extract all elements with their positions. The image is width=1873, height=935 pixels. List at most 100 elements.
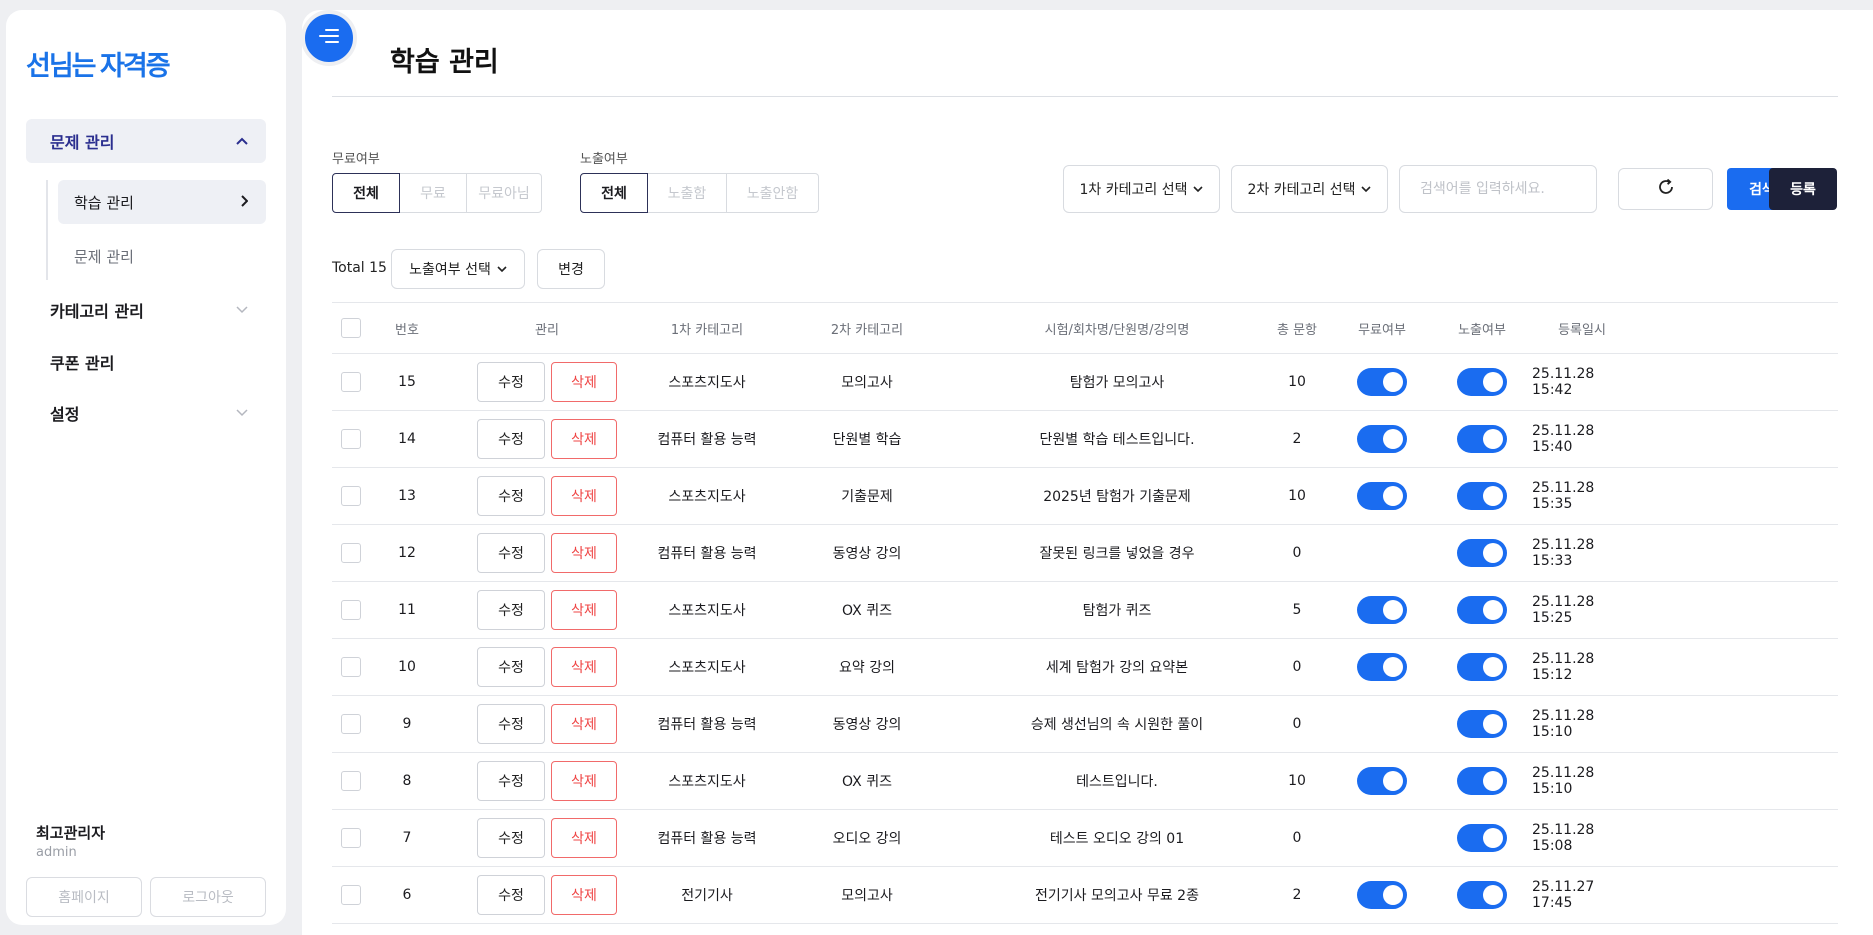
app-logo[interactable]: 선님는 자격증 [26, 44, 171, 83]
row-title: 2025년 탐험가 기출문제 [1043, 489, 1191, 505]
refresh-button[interactable] [1618, 168, 1713, 210]
row-checkbox[interactable] [341, 885, 361, 905]
exposure-toggle[interactable] [1457, 824, 1507, 852]
bulk-change-button[interactable]: 변경 [537, 249, 605, 289]
row-category2: 동영상 강의 [832, 717, 902, 733]
delete-button[interactable]: 삭제 [551, 818, 617, 858]
row-category2: 오디오 강의 [832, 831, 902, 847]
row-checkbox[interactable] [341, 486, 361, 506]
category1-select[interactable]: 1차 카테고리 선택 [1063, 165, 1220, 213]
edit-button[interactable]: 수정 [477, 419, 545, 459]
exposure-toggle[interactable] [1457, 425, 1507, 453]
column-header: 총 문항 [1276, 322, 1317, 338]
row-actions: 수정 삭제 [442, 875, 652, 915]
exposure-toggle[interactable] [1457, 767, 1507, 795]
row-category1: 컴퓨터 활용 능력 [657, 432, 757, 448]
row-question-count: 0 [1292, 545, 1302, 561]
delete-button[interactable]: 삭제 [551, 875, 617, 915]
free-toggle[interactable] [1357, 881, 1407, 909]
row-category1: 컴퓨터 활용 능력 [657, 546, 757, 562]
row-question-count: 2 [1292, 431, 1302, 447]
row-checkbox[interactable] [341, 429, 361, 449]
row-checkbox[interactable] [341, 828, 361, 848]
sidebar-group-coupon-management[interactable]: 쿠폰 관리 [26, 342, 266, 382]
row-checkbox[interactable] [341, 771, 361, 791]
row-category2: 모의고사 [841, 375, 893, 391]
sidebar-group-question-management[interactable]: 문제 관리 [26, 119, 266, 163]
row-question-count: 10 [1288, 773, 1306, 789]
row-actions: 수정 삭제 [442, 419, 652, 459]
row-category2: OX 퀴즈 [842, 603, 892, 619]
edit-button[interactable]: 수정 [477, 362, 545, 402]
page-title: 학습 관리 [390, 47, 499, 78]
homepage-button[interactable]: 홈페이지 [26, 877, 142, 917]
column-header: 시험/회차명/단원명/강의명 [1044, 322, 1190, 338]
free-filter-all[interactable]: 전체 [332, 173, 400, 213]
sidebar-group-label: 쿠폰 관리 [50, 354, 115, 373]
column-header: 관리 [535, 322, 559, 338]
title-divider [332, 96, 1838, 97]
menu-toggle-button[interactable] [301, 10, 357, 66]
free-toggle[interactable] [1357, 368, 1407, 396]
row-checkbox[interactable] [341, 600, 361, 620]
delete-button[interactable]: 삭제 [551, 647, 617, 687]
edit-button[interactable]: 수정 [477, 476, 545, 516]
edit-button[interactable]: 수정 [477, 818, 545, 858]
select-all-checkbox[interactable] [341, 318, 361, 338]
table-header: 번호 관리 1차 카테고리 2차 카테고리 시험/회차명/단원명/강의명 총 문… [332, 302, 1838, 354]
delete-button[interactable]: 삭제 [551, 704, 617, 744]
row-checkbox[interactable] [341, 657, 361, 677]
edit-button[interactable]: 수정 [477, 875, 545, 915]
delete-button[interactable]: 삭제 [551, 533, 617, 573]
exposure-toggle[interactable] [1457, 881, 1507, 909]
exposure-filter-shown[interactable]: 노출함 [648, 173, 727, 213]
exposure-toggle[interactable] [1457, 368, 1507, 396]
edit-button[interactable]: 수정 [477, 647, 545, 687]
free-toggle[interactable] [1357, 482, 1407, 510]
delete-button[interactable]: 삭제 [551, 362, 617, 402]
category2-select[interactable]: 2차 카테고리 선택 [1231, 165, 1388, 213]
row-actions: 수정 삭제 [442, 818, 652, 858]
sidebar-group-settings[interactable]: 설정 [26, 393, 266, 433]
sidebar-item-study-management[interactable]: 학습 관리 [58, 180, 266, 224]
exposure-toggle[interactable] [1457, 539, 1507, 567]
exposure-toggle[interactable] [1457, 710, 1507, 738]
sidebar-item-question-list[interactable]: 문제 관리 [58, 234, 266, 278]
row-date: 25.11.28 15:35 [1532, 480, 1595, 512]
exposure-toggle[interactable] [1457, 596, 1507, 624]
edit-button[interactable]: 수정 [477, 590, 545, 630]
free-filter-paid[interactable]: 무료아님 [467, 173, 542, 213]
edit-button[interactable]: 수정 [477, 533, 545, 573]
exposure-filter-all[interactable]: 전체 [580, 173, 648, 213]
row-checkbox[interactable] [341, 372, 361, 392]
edit-button[interactable]: 수정 [477, 761, 545, 801]
table-row: 14 수정 삭제 컴퓨터 활용 능력 단원별 학습 단원별 학습 테스트입니다. 2 25.1… [332, 411, 1838, 468]
table-row: 11 수정 삭제 스포츠지도사 OX 퀴즈 탐험가 퀴즈 5 25.11.28 15:25 [332, 582, 1838, 639]
free-toggle[interactable] [1357, 596, 1407, 624]
register-button[interactable]: 등록 [1769, 168, 1837, 210]
exposure-bulk-select[interactable]: 노출여부 선택 [391, 249, 525, 289]
search-input[interactable] [1399, 165, 1597, 213]
exposure-toggle[interactable] [1457, 653, 1507, 681]
exposure-toggle[interactable] [1457, 482, 1507, 510]
sidebar-group-category-management[interactable]: 카테고리 관리 [26, 290, 266, 330]
table-row: 7 수정 삭제 컴퓨터 활용 능력 오디오 강의 테스트 오디오 강의 01 0 25.11.… [332, 810, 1838, 867]
row-checkbox[interactable] [341, 714, 361, 734]
delete-button[interactable]: 삭제 [551, 590, 617, 630]
free-filter-free[interactable]: 무료 [400, 173, 467, 213]
row-number: 10 [398, 659, 416, 675]
delete-button[interactable]: 삭제 [551, 476, 617, 516]
sidebar-item-label: 학습 관리 [74, 193, 134, 212]
free-toggle[interactable] [1357, 653, 1407, 681]
row-checkbox[interactable] [341, 543, 361, 563]
exposure-filter-hidden[interactable]: 노출안함 [727, 173, 819, 213]
free-toggle[interactable] [1357, 425, 1407, 453]
free-toggle[interactable] [1357, 767, 1407, 795]
table-row: 10 수정 삭제 스포츠지도사 요약 강의 세계 탐험가 강의 요약본 0 25.11.28 … [332, 639, 1838, 696]
delete-button[interactable]: 삭제 [551, 419, 617, 459]
row-title: 전기기사 모의고사 무료 2종 [1035, 888, 1199, 904]
logout-button[interactable]: 로그아웃 [150, 877, 266, 917]
edit-button[interactable]: 수정 [477, 704, 545, 744]
row-number: 13 [398, 488, 416, 504]
delete-button[interactable]: 삭제 [551, 761, 617, 801]
